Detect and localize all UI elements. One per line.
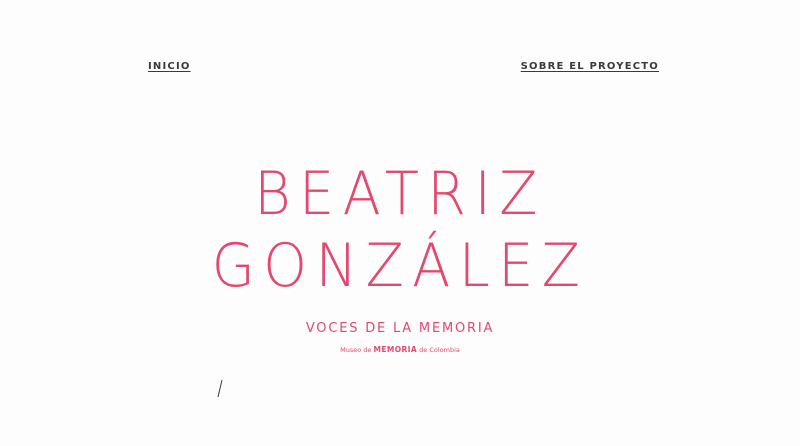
hero-title-last-name: GONZÁLEZ (211, 231, 589, 301)
museum-credit: Museo de MEMORIA de Colombia (0, 345, 800, 354)
hero-subtitle: VOCES DE LA MEMORIA (305, 321, 495, 336)
nav-link-sobre-el-proyecto[interactable]: SOBRE EL PROYECTO (521, 61, 659, 72)
credit-suffix: de Colombia (419, 346, 460, 354)
nav-link-inicio[interactable]: INICIO (148, 61, 191, 72)
credit-strong: MEMORIA (373, 345, 418, 354)
credit-prefix: Museo de (340, 346, 372, 354)
hero-title-first-name: BEATRIZ (254, 159, 546, 229)
slash-cursor-icon (217, 379, 223, 398)
